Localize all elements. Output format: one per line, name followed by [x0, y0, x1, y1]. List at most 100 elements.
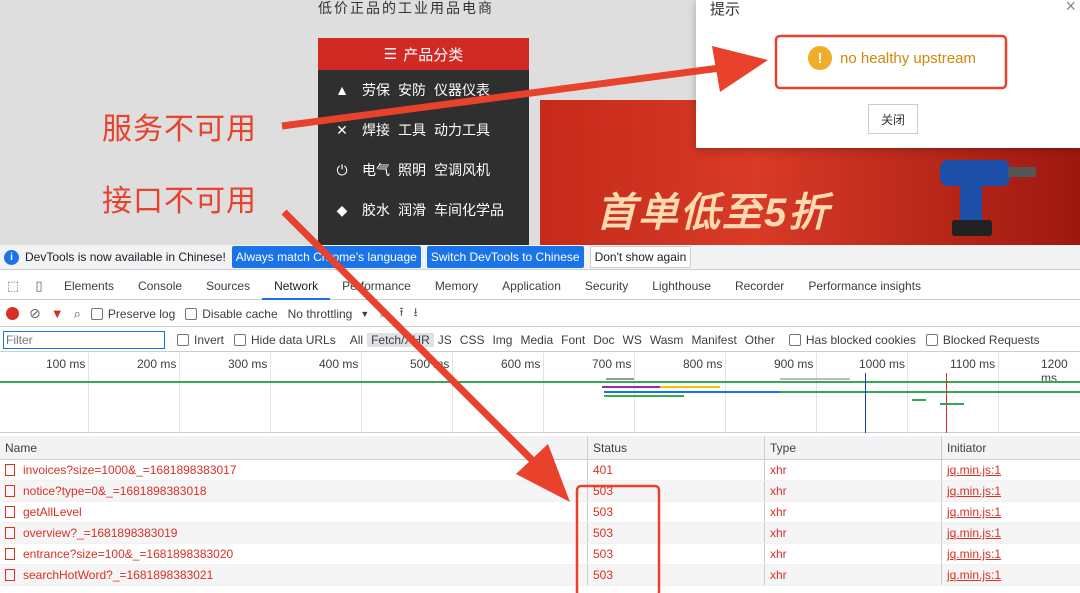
category-header[interactable]: ☰ 产品分类 — [318, 38, 529, 70]
category-link[interactable]: 劳保 — [362, 80, 390, 100]
request-name[interactable]: invoices?size=1000&_=1681898383017 — [23, 463, 237, 477]
disable-cache-checkbox[interactable]: Disable cache — [185, 307, 278, 321]
tab-security[interactable]: Security — [573, 273, 640, 300]
tab-memory[interactable]: Memory — [423, 273, 490, 300]
checkbox-box[interactable] — [185, 307, 198, 320]
table-row[interactable]: entrance?size=100&_=1681898383020 503 xh… — [0, 544, 1080, 565]
tab-performance[interactable]: Performance — [330, 273, 423, 300]
initiator-link[interactable]: jq.min.js:1 — [947, 463, 1001, 477]
filter-type-css[interactable]: CSS — [456, 333, 489, 347]
category-link[interactable]: 动力工具 — [434, 120, 490, 140]
filter-type-media[interactable]: Media — [516, 333, 557, 347]
device-toolbar-icon[interactable]: ▯ — [26, 278, 52, 294]
checkbox-box[interactable] — [234, 333, 247, 346]
tab-application[interactable]: Application — [490, 273, 573, 300]
request-name[interactable]: notice?type=0&_=1681898383018 — [23, 484, 207, 498]
table-row[interactable]: getAllLevel 503 xhr jq.min.js:1 — [0, 502, 1080, 523]
category-link[interactable]: 安防 — [398, 80, 426, 100]
dont-show-again-button[interactable]: Don't show again — [589, 246, 692, 268]
network-overview-timeline[interactable]: 100 ms 200 ms 300 ms 400 ms 500 ms 600 m… — [0, 353, 1080, 433]
category-link[interactable]: 照明 — [398, 160, 426, 180]
filter-type-fetch-xhr[interactable]: Fetch/XHR — [367, 332, 434, 347]
tab-elements[interactable]: Elements — [52, 273, 126, 300]
table-row[interactable]: searchHotWord?_=1681898383021 503 xhr jq… — [0, 565, 1080, 586]
tab-sources[interactable]: Sources — [194, 273, 262, 300]
tick-line — [816, 353, 817, 433]
timeline-bar — [780, 391, 1080, 393]
search-icon[interactable]: ⌕ — [74, 306, 81, 322]
filter-type-all[interactable]: All — [346, 333, 367, 347]
initiator-link[interactable]: jq.min.js:1 — [947, 526, 1001, 540]
preserve-log-checkbox[interactable]: Preserve log — [90, 307, 175, 321]
filter-type-js[interactable]: JS — [434, 333, 456, 347]
category-link[interactable]: 空调风机 — [434, 160, 490, 180]
import-har-icon[interactable]: ⭱ — [399, 303, 403, 324]
tab-recorder[interactable]: Recorder — [723, 273, 796, 300]
clear-icon[interactable]: ⊘ — [29, 305, 41, 322]
invert-checkbox[interactable]: Invert — [177, 333, 224, 347]
export-har-icon[interactable]: ⭳ — [414, 303, 418, 324]
column-header-type[interactable]: Type — [765, 436, 942, 459]
category-link[interactable]: 润滑 — [398, 200, 426, 220]
request-status: 503 — [588, 523, 765, 543]
initiator-link[interactable]: jq.min.js:1 — [947, 505, 1001, 519]
initiator-link[interactable]: jq.min.js:1 — [947, 568, 1001, 582]
filter-input[interactable] — [3, 330, 165, 349]
checkbox-box[interactable] — [177, 333, 189, 346]
category-link[interactable]: 电气 — [362, 160, 390, 180]
category-link[interactable]: 工具 — [398, 120, 426, 140]
column-header-name[interactable]: Name — [0, 436, 588, 459]
category-link[interactable]: 仪器仪表 — [434, 80, 490, 100]
tick-label: 500 ms — [410, 357, 450, 371]
dialog-message-text: no healthy upstream — [840, 49, 976, 67]
category-link[interactable]: 胶水 — [362, 200, 390, 220]
tab-network[interactable]: Network — [262, 273, 331, 300]
switch-language-button[interactable]: Switch DevTools to Chinese — [426, 246, 584, 268]
request-name[interactable]: getAllLevel — [23, 505, 82, 519]
category-row-chemicals[interactable]: ◆ 胶水 润滑 车间化学品 — [318, 190, 529, 230]
filter-type-img[interactable]: Img — [488, 333, 516, 347]
checkbox-box[interactable] — [788, 333, 801, 346]
category-link[interactable]: 焊接 — [362, 120, 390, 140]
column-header-status[interactable]: Status — [588, 436, 765, 459]
request-name[interactable]: searchHotWord?_=1681898383021 — [23, 568, 213, 582]
record-icon — [6, 307, 19, 320]
inspect-element-icon[interactable]: ⬚ — [0, 278, 26, 294]
tab-console[interactable]: Console — [126, 273, 194, 300]
filter-type-doc[interactable]: Doc — [589, 333, 618, 347]
category-link[interactable]: 车间化学品 — [434, 200, 504, 220]
dialog-close-button[interactable]: 关闭 — [868, 104, 918, 134]
category-header-label: 产品分类 — [403, 46, 464, 64]
network-conditions-icon[interactable]: ≋ — [379, 307, 389, 321]
record-button[interactable] — [6, 307, 19, 320]
filter-icon[interactable]: ▼ — [51, 306, 64, 321]
column-header-initiator[interactable]: Initiator — [942, 436, 1080, 459]
match-language-button[interactable]: Always match Chrome's language — [231, 246, 421, 268]
throttling-select[interactable]: No throttling ▼ — [288, 307, 370, 321]
tick-label: 1100 ms — [950, 357, 996, 371]
tab-lighthouse[interactable]: Lighthouse — [640, 273, 723, 300]
filter-type-other[interactable]: Other — [741, 333, 779, 347]
checkbox-box[interactable] — [90, 307, 103, 320]
filter-type-manifest[interactable]: Manifest — [687, 333, 740, 347]
request-name[interactable]: entrance?size=100&_=1681898383020 — [23, 547, 233, 561]
table-row[interactable]: invoices?size=1000&_=1681898383017 401 x… — [0, 460, 1080, 481]
table-row[interactable]: overview?_=1681898383019 503 xhr jq.min.… — [0, 523, 1080, 544]
category-row-tools[interactable]: ✕ 焊接 工具 动力工具 — [318, 110, 529, 150]
category-row-electric[interactable]: ⏻ 电气 照明 空调风机 — [318, 150, 529, 190]
filter-type-wasm[interactable]: Wasm — [646, 333, 688, 347]
tab-performance-insights[interactable]: Performance insights — [796, 273, 933, 300]
initiator-link[interactable]: jq.min.js:1 — [947, 484, 1001, 498]
annotation-service-unavailable: 服务不可用 — [102, 112, 257, 147]
initiator-link[interactable]: jq.min.js:1 — [947, 547, 1001, 561]
close-icon[interactable]: × — [1065, 0, 1076, 17]
filter-type-font[interactable]: Font — [557, 333, 589, 347]
request-name[interactable]: overview?_=1681898383019 — [23, 526, 177, 540]
blocked-requests-checkbox[interactable]: Blocked Requests — [925, 333, 1040, 347]
table-row[interactable]: notice?type=0&_=1681898383018 503 xhr jq… — [0, 481, 1080, 502]
hide-data-urls-checkbox[interactable]: Hide data URLs — [234, 333, 336, 347]
filter-type-ws[interactable]: WS — [619, 333, 646, 347]
category-row-safety[interactable]: ▲ 劳保 安防 仪器仪表 — [318, 70, 529, 110]
checkbox-box[interactable] — [925, 333, 938, 346]
blocked-cookies-checkbox[interactable]: Has blocked cookies — [788, 333, 916, 347]
